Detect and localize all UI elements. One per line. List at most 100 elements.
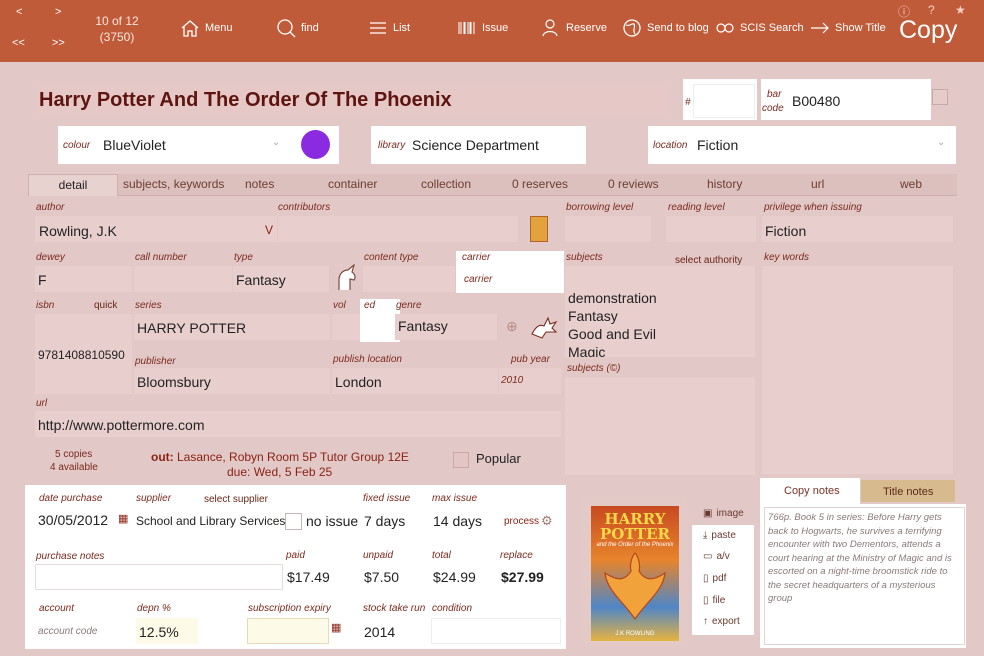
- unpaid-value[interactable]: $7.50: [364, 569, 399, 585]
- subscription-calendar-icon[interactable]: ▦: [331, 621, 341, 634]
- show-title-button[interactable]: Show Title: [810, 18, 886, 38]
- stocktake-value[interactable]: 2014: [364, 624, 395, 640]
- first-record-button[interactable]: <<: [12, 37, 25, 49]
- carrier-label: carrier: [462, 252, 491, 263]
- loan-borrower[interactable]: Lasance, Robyn Room 5P Tutor Group 12E: [177, 450, 409, 464]
- tab-copy-notes[interactable]: Copy notes: [784, 485, 840, 497]
- ed-label: ed: [364, 300, 376, 311]
- process-button[interactable]: process: [504, 516, 539, 527]
- author-value: Rowling, J.K: [39, 223, 117, 239]
- library-label: library: [378, 140, 406, 151]
- tab-url[interactable]: url: [811, 177, 824, 191]
- title-notes-text[interactable]: 766p. Book 5 in series: Before Harry get…: [764, 507, 965, 645]
- prev-record-button[interactable]: <: [16, 6, 22, 18]
- scis-search-button[interactable]: SCIS Search: [715, 18, 804, 38]
- subject-item: Good and Evil: [568, 326, 656, 342]
- tab-subjects-keywords[interactable]: subjects, keywords: [123, 177, 224, 191]
- tab-reserves[interactable]: 0 reserves: [512, 177, 568, 191]
- colour-swatch: [301, 130, 330, 159]
- subjects-list[interactable]: demonstration Fantasy Good and Evil Magi…: [565, 266, 755, 357]
- isbn-quick-button[interactable]: quick: [94, 300, 117, 311]
- colour-chevron-down-icon[interactable]: ⌄: [272, 137, 280, 148]
- tab-web[interactable]: web: [900, 177, 922, 191]
- gear-icon[interactable]: ⚙: [541, 513, 553, 529]
- star-icon[interactable]: ★: [955, 3, 966, 17]
- dewey-field[interactable]: [35, 266, 132, 292]
- call-number-field[interactable]: [134, 266, 232, 292]
- subscription-input[interactable]: [247, 618, 329, 644]
- no-issue-checkbox[interactable]: [285, 513, 302, 530]
- tab-history[interactable]: history: [707, 177, 742, 191]
- carrier-input[interactable]: carrier: [464, 274, 492, 285]
- copies-available: 4 available: [50, 462, 98, 473]
- paste-action[interactable]: ⤓ paste: [703, 530, 736, 541]
- publisher-value: Bloomsbury: [137, 374, 211, 390]
- tab-detail[interactable]: detail: [28, 174, 118, 196]
- list-button[interactable]: List: [368, 18, 410, 38]
- send-to-blog-button[interactable]: Send to blog: [622, 18, 709, 38]
- contributors-field[interactable]: [278, 216, 518, 242]
- last-record-button[interactable]: >>: [52, 37, 65, 49]
- date-purchase-input[interactable]: 30/05/2012: [38, 512, 108, 528]
- contributors-label: contributors: [278, 202, 331, 213]
- hash-input[interactable]: [693, 84, 755, 118]
- menu-button[interactable]: Menu: [180, 18, 233, 38]
- tab-notes[interactable]: notes: [245, 177, 274, 191]
- account-input[interactable]: account code: [38, 626, 98, 637]
- series-value: HARRY POTTER: [137, 320, 247, 336]
- issue-button[interactable]: Issue: [457, 18, 508, 38]
- list-icon: [370, 22, 386, 34]
- loan-due: due: Wed, 5 Feb 25: [227, 465, 333, 479]
- user-icon: [542, 19, 558, 37]
- fixed-issue-input[interactable]: 7 days: [364, 513, 405, 529]
- condition-label: condition: [432, 603, 473, 614]
- borrowing-level-field[interactable]: [565, 216, 651, 242]
- image-action-label: image: [716, 508, 744, 519]
- subjects-c-field[interactable]: [565, 377, 755, 475]
- select-supplier-button[interactable]: select supplier: [204, 494, 268, 505]
- find-label: find: [301, 22, 319, 34]
- title-field[interactable]: Harry Potter And The Order Of The Phoeni…: [36, 86, 668, 114]
- supplier-input[interactable]: School and Library Services: [136, 514, 285, 528]
- tab-collection[interactable]: collection: [421, 177, 471, 191]
- select-authority-button[interactable]: select authority: [675, 255, 742, 266]
- file-action[interactable]: ▯ file: [703, 595, 725, 606]
- genre-value: Fantasy: [398, 318, 448, 334]
- vol-field[interactable]: [332, 314, 360, 340]
- max-issue-label: max issue: [432, 493, 478, 504]
- paste-action-label: paste: [711, 530, 736, 541]
- reserve-button[interactable]: Reserve: [541, 18, 607, 38]
- add-genre-icon[interactable]: ⊕: [506, 318, 518, 335]
- find-button[interactable]: find: [276, 18, 319, 38]
- export-action[interactable]: ↑ export: [703, 616, 740, 627]
- reading-level-field[interactable]: [666, 216, 756, 242]
- av-action[interactable]: ▭ a/v: [703, 551, 730, 562]
- image-action[interactable]: ▣ image: [703, 508, 744, 519]
- cover-title-line-2: POTTER: [599, 525, 671, 543]
- barcode-checkbox[interactable]: [932, 89, 948, 105]
- tab-reviews[interactable]: 0 reviews: [608, 177, 659, 191]
- book-thumbnail-icon[interactable]: [530, 216, 548, 242]
- calendar-icon[interactable]: ▦: [118, 512, 128, 525]
- location-chevron-down-icon[interactable]: ⌄: [937, 137, 945, 148]
- content-type-field[interactable]: [363, 266, 455, 292]
- replace-value[interactable]: $27.99: [501, 569, 544, 585]
- tab-container[interactable]: container: [328, 177, 377, 191]
- location-select[interactable]: Fiction: [697, 137, 738, 153]
- popular-checkbox[interactable]: [453, 452, 469, 468]
- condition-input[interactable]: [431, 618, 561, 644]
- pdf-action[interactable]: ▯ pdf: [703, 573, 726, 584]
- paid-value[interactable]: $17.49: [287, 569, 330, 585]
- help-icon[interactable]: ?: [928, 3, 935, 17]
- max-issue-input[interactable]: 14 days: [433, 513, 482, 529]
- colour-select[interactable]: BlueViolet: [103, 137, 166, 153]
- library-select[interactable]: Science Department: [412, 137, 539, 153]
- book-cover-image[interactable]: HARRY POTTER and the Order of the Phoeni…: [591, 506, 679, 641]
- next-record-button[interactable]: >: [55, 6, 61, 18]
- key-words-field[interactable]: [762, 266, 953, 474]
- purchase-notes-input[interactable]: [35, 564, 283, 590]
- barcode-input[interactable]: B00480: [792, 93, 840, 109]
- purchase-notes-label: purchase notes: [36, 551, 105, 562]
- tab-title-notes[interactable]: Title notes: [883, 486, 933, 498]
- author-flag[interactable]: V: [265, 223, 273, 237]
